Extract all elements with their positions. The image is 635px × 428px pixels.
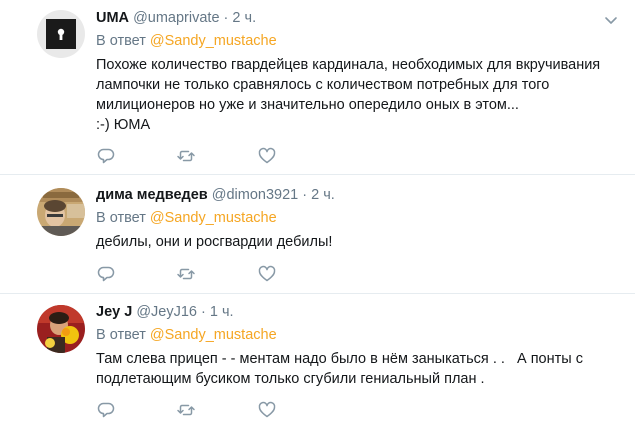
tweet[interactable]: Jey J @JeyJ16 · 1 ч. В ответ @Sandy_must… <box>0 294 635 428</box>
retweet-icon[interactable] <box>176 264 196 284</box>
header-separator: · <box>201 304 206 320</box>
reply-prefix: В ответ <box>96 210 146 226</box>
profile-photo-image <box>37 305 85 353</box>
timestamp[interactable]: 1 ч. <box>210 304 234 320</box>
tweet-content: UMA @umaprivate · 2 ч. В ответ @Sandy_mu… <box>96 9 615 135</box>
reply-context: В ответ @Sandy_mustache <box>96 209 615 227</box>
tweet-text-line: Там слева прицеп - - ментам надо было в … <box>96 351 583 367</box>
tweet[interactable]: дима медведев @dimon3921 · 2 ч. В ответ … <box>0 175 635 294</box>
timestamp[interactable]: 2 ч. <box>232 10 256 26</box>
retweet-icon[interactable] <box>176 400 196 420</box>
user-handle[interactable]: @JeyJ16 <box>136 304 197 320</box>
avatar[interactable] <box>37 188 85 236</box>
profile-photo-image <box>37 188 85 236</box>
display-name[interactable]: UMA <box>96 10 129 26</box>
tweet-text-line: дебилы, они и росгвардии дебилы! <box>96 234 333 250</box>
user-handle[interactable]: @umaprivate <box>133 10 219 26</box>
heart-icon[interactable] <box>257 400 277 420</box>
reply-mention-link[interactable]: @Sandy_mustache <box>150 210 277 226</box>
tweet-header: UMA @umaprivate · 2 ч. <box>96 9 615 27</box>
display-name[interactable]: Jey J <box>96 304 132 320</box>
tweet-text-line: лампочки не только сравнялось с количест… <box>96 77 550 93</box>
reply-prefix: В ответ <box>96 327 146 343</box>
header-separator: · <box>223 10 229 26</box>
tweet-text-line: подлетающим бусиком только сгубили гениа… <box>96 371 485 387</box>
tweet-text: Похоже количество гвардейцев кардинала, … <box>96 55 615 135</box>
reply-context: В ответ @Sandy_mustache <box>96 32 615 50</box>
user-handle[interactable]: @dimon3921 <box>212 187 298 203</box>
reply-icon[interactable] <box>96 400 116 420</box>
tweet[interactable]: UMA @umaprivate · 2 ч. В ответ @Sandy_mu… <box>0 0 635 175</box>
chevron-down-icon[interactable] <box>603 12 619 28</box>
timestamp[interactable]: 2 ч. <box>311 187 335 203</box>
tweet-text-line: милиционеров но уже и значительно оперед… <box>96 97 519 113</box>
reply-feed: UMA @umaprivate · 2 ч. В ответ @Sandy_mu… <box>0 0 635 428</box>
reply-icon[interactable] <box>96 264 116 284</box>
reply-mention-link[interactable]: @Sandy_mustache <box>150 327 277 343</box>
reply-prefix: В ответ <box>96 33 146 49</box>
tweet-header: дима медведев @dimon3921 · 2 ч. <box>96 186 615 204</box>
avatar[interactable] <box>37 10 85 58</box>
tweet-text-line: :-) ЮМА <box>96 117 151 133</box>
tweet-text-line: Похоже количество гвардейцев кардинала, … <box>96 57 601 73</box>
reply-mention-link[interactable]: @Sandy_mustache <box>150 33 277 49</box>
keyhole-avatar-image <box>37 10 85 58</box>
tweet-content: Jey J @JeyJ16 · 1 ч. В ответ @Sandy_must… <box>96 303 615 389</box>
display-name[interactable]: дима медведев <box>96 187 208 203</box>
tweet-text: дебилы, они и росгвардии дебилы! <box>96 232 615 252</box>
tweet-header: Jey J @JeyJ16 · 1 ч. <box>96 303 615 321</box>
reply-icon[interactable] <box>96 146 116 166</box>
avatar[interactable] <box>37 305 85 353</box>
heart-icon[interactable] <box>257 264 277 284</box>
tweet-content: дима медведев @dimon3921 · 2 ч. В ответ … <box>96 186 615 252</box>
tweet-text: Там слева прицеп - - ментам надо было в … <box>96 349 615 389</box>
header-separator: · <box>302 187 308 203</box>
heart-icon[interactable] <box>257 146 277 166</box>
reply-context: В ответ @Sandy_mustache <box>96 326 615 344</box>
retweet-icon[interactable] <box>176 146 196 166</box>
